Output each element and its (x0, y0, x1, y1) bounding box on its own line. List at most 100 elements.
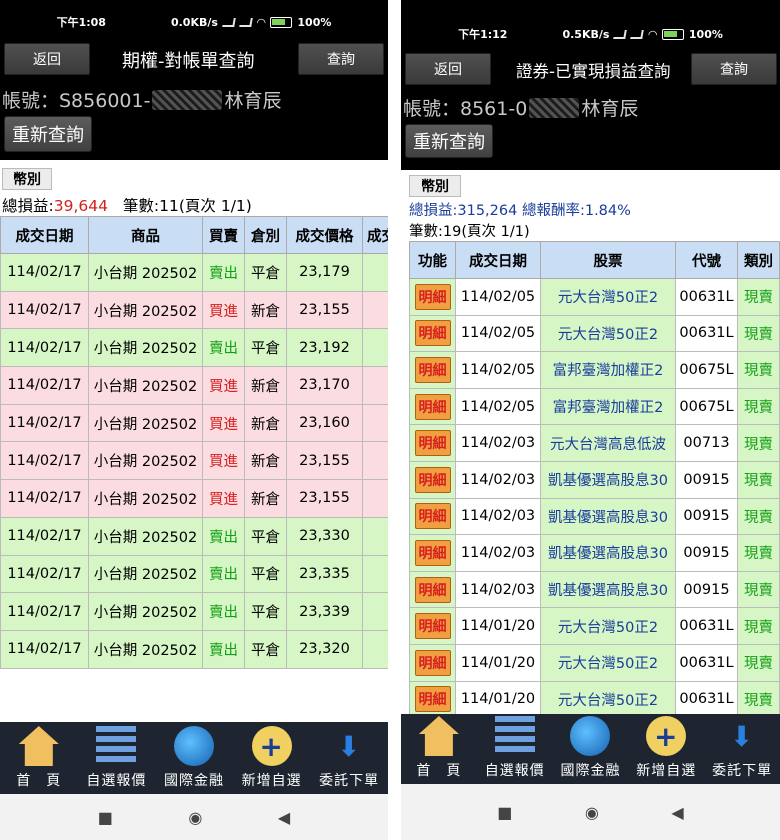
trade-price: 23,155 (286, 290, 363, 330)
recent-apps-icon[interactable]: ■ (497, 803, 512, 822)
detail-cell: 明細 (409, 534, 456, 572)
detail-cell: 明細 (409, 497, 456, 536)
table-row[interactable]: 114/02/17 小台期 202502 賣出 平倉 23,335 (0, 554, 388, 594)
trade-type: 現賣 (737, 278, 780, 316)
nav-item-globe[interactable]: 國際金融 (553, 714, 629, 784)
table-row: 明細 114/02/03 凱基優選高股息30 00915 現賣 (409, 534, 780, 572)
back-button[interactable]: 返回 (4, 43, 90, 75)
buy-sell-side: 買進 (202, 441, 245, 481)
detail-cell: 明細 (409, 460, 456, 499)
position-type: 新倉 (244, 479, 287, 518)
recent-apps-icon[interactable]: ■ (98, 808, 113, 827)
nav-label: 委託下單 (319, 773, 380, 789)
table-row[interactable]: 114/02/17 小台期 202502 買進 新倉 23,155 (0, 441, 388, 481)
globe-icon (570, 716, 611, 756)
detail-button[interactable]: 明細 (414, 393, 451, 420)
detail-button[interactable]: 明細 (414, 613, 451, 640)
trade-date: 114/02/05 (455, 314, 541, 353)
status-time: 下午1:08 (56, 16, 106, 29)
stock-name[interactable]: 富邦臺灣加權正2 (540, 387, 676, 426)
table-row[interactable]: 114/02/17 小台期 202502 賣出 平倉 23,192 (0, 328, 388, 368)
table-row: 明細 114/02/03 元大台灣高息低波 00713 現賣 (409, 424, 780, 462)
back-triangle-icon[interactable]: ◀ (278, 808, 290, 827)
stock-name[interactable]: 富邦臺灣加權正2 (540, 351, 676, 389)
status-time: 下午1:12 (458, 28, 508, 41)
detail-cell: 明細 (409, 314, 456, 353)
stock-name[interactable]: 凱基優選高股息30 (540, 534, 676, 572)
detail-button[interactable]: 明細 (414, 686, 451, 713)
requery-button[interactable]: 重新查詢 (405, 124, 493, 158)
detail-button[interactable]: 明細 (414, 430, 451, 457)
table-row[interactable]: 114/02/17 小台期 202502 賣出 平倉 23,330 (0, 516, 388, 556)
detail-button[interactable]: 明細 (414, 539, 451, 566)
stock-code: 00675L (675, 351, 738, 389)
page-title: 證券-已實現損益查詢 (516, 62, 671, 81)
requery-button[interactable]: 重新查詢 (4, 116, 92, 152)
order-download-icon: ⬇ (729, 719, 755, 753)
wifi-icon: ◠ (648, 27, 657, 41)
table-row[interactable]: 114/02/17 小台期 202502 買進 新倉 23,155 (0, 479, 388, 518)
overflow-cell (362, 441, 388, 481)
account-prefix: 帳號：8561-0 (403, 98, 528, 120)
nav-item-home[interactable]: 首 頁 (401, 714, 477, 784)
status-bar: 下午1:12 0.5KB/s ◠ 100% (401, 15, 780, 53)
trade-type: 現賣 (737, 643, 780, 682)
detail-button[interactable]: 明細 (414, 649, 451, 676)
nav-label: 自選報價 (86, 773, 147, 789)
nav-label: 國際金融 (163, 773, 224, 789)
trade-date: 114/02/05 (455, 387, 541, 426)
table-row[interactable]: 114/02/17 小台期 202502 買進 新倉 23,155 (0, 290, 388, 330)
stock-name[interactable]: 元大台灣50正2 (540, 278, 676, 316)
detail-button[interactable]: 明細 (414, 576, 451, 603)
trade-date: 114/02/03 (455, 424, 541, 462)
nav-item-order-download[interactable]: ⬇ 委託下單 (310, 722, 388, 794)
detail-button[interactable]: 明細 (414, 320, 451, 347)
stock-name[interactable]: 凱基優選高股息30 (540, 570, 676, 609)
back-button[interactable]: 返回 (405, 53, 491, 85)
nav-item-add[interactable]: + 新增自選 (628, 714, 704, 784)
table-row[interactable]: 114/02/17 小台期 202502 賣出 平倉 23,339 (0, 592, 388, 631)
detail-button[interactable]: 明細 (414, 283, 451, 310)
back-triangle-icon[interactable]: ◀ (671, 803, 683, 822)
table-row[interactable]: 114/02/17 小台期 202502 賣出 平倉 23,179 (0, 253, 388, 292)
table-row: 明細 114/02/05 元大台灣50正2 00631L 現賣 (409, 278, 780, 316)
stock-name[interactable]: 元大台灣50正2 (540, 314, 676, 353)
stock-name[interactable]: 凱基優選高股息30 (540, 497, 676, 536)
nav-item-order-download[interactable]: ⬇ 委託下單 (704, 714, 780, 784)
home-circle-icon[interactable]: ◉ (585, 803, 599, 822)
stock-name[interactable]: 凱基優選高股息30 (540, 460, 676, 499)
table-row[interactable]: 114/02/17 小台期 202502 賣出 平倉 23,320 (0, 629, 388, 669)
nav-item-home[interactable]: 首 頁 (0, 722, 78, 794)
stock-code: 00631L (675, 680, 738, 714)
table-row: 明細 114/02/05 富邦臺灣加權正2 00675L 現賣 (409, 387, 780, 426)
home-circle-icon[interactable]: ◉ (188, 808, 202, 827)
stock-name[interactable]: 元大台灣高息低波 (540, 424, 676, 462)
currency-button[interactable]: 幣別 (2, 168, 52, 190)
table-row[interactable]: 114/02/17 小台期 202502 買進 新倉 23,160 (0, 403, 388, 443)
stock-name[interactable]: 元大台灣50正2 (540, 680, 676, 714)
overflow-cell (362, 592, 388, 631)
nav-item-watchlist[interactable]: 自選報價 (477, 714, 553, 784)
overflow-cell (362, 516, 388, 556)
detail-button[interactable]: 明細 (414, 356, 451, 383)
table-row[interactable]: 114/02/17 小台期 202502 買進 新倉 23,170 (0, 366, 388, 405)
trade-date: 114/02/17 (0, 629, 89, 669)
nav-item-watchlist[interactable]: 自選報價 (78, 722, 156, 794)
nav-label: 首 頁 (416, 763, 462, 779)
nav-label: 新增自選 (636, 763, 697, 779)
nav-item-globe[interactable]: 國際金融 (155, 722, 233, 794)
query-button[interactable]: 查詢 (691, 53, 777, 85)
account-line: 帳號：S856001- 林育辰 (2, 86, 281, 113)
trade-date: 114/01/20 (455, 680, 541, 714)
account-line: 帳號：8561-0 林育辰 (403, 94, 638, 121)
stock-name[interactable]: 元大台灣50正2 (540, 643, 676, 682)
nav-item-add[interactable]: + 新增自選 (233, 722, 311, 794)
currency-button[interactable]: 幣別 (409, 175, 461, 197)
detail-button[interactable]: 明細 (414, 466, 451, 493)
product-name: 小台期 202502 (88, 403, 203, 443)
query-button[interactable]: 查詢 (298, 43, 384, 75)
detail-button[interactable]: 明細 (414, 503, 451, 530)
top-bar: 返回 證券-已實現損益查詢 查詢 (401, 53, 780, 87)
left-phone-screen: 下午1:08 0.0KB/s ◠ 100% 返回 期權-對帳單查詢 查詢 帳號：… (0, 0, 388, 840)
stock-name[interactable]: 元大台灣50正2 (540, 607, 676, 645)
